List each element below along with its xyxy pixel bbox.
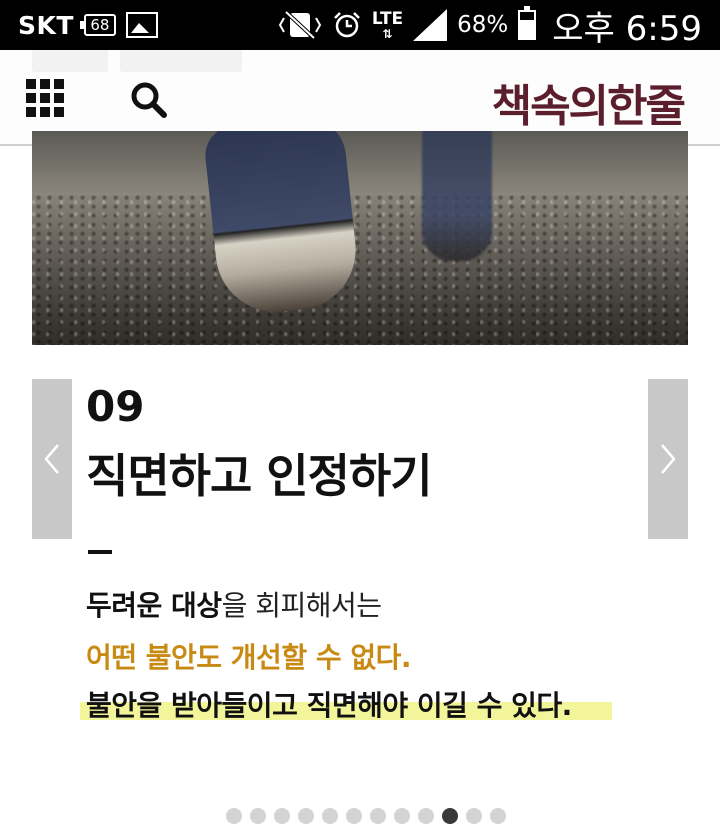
gallery-icon [125, 12, 158, 38]
pagination-dot[interactable] [490, 808, 506, 824]
carrier-label: SKT [18, 10, 74, 40]
mute-vibrate-icon [278, 10, 322, 40]
ghost-tab [32, 50, 108, 72]
gravel-texture [32, 195, 688, 345]
pagination-dot[interactable] [394, 808, 410, 824]
alarm-icon [334, 12, 360, 38]
ghost-tab [120, 50, 242, 72]
quote-line-2: 어떤 불안도 개선할 수 없다. [86, 641, 412, 674]
network-label: LTE [371, 8, 404, 29]
pagination-dot[interactable] [370, 808, 386, 824]
quote-line-1-rest: 을 회피해서는 [221, 589, 382, 622]
pagination-dot[interactable] [226, 808, 242, 824]
battery-fill [520, 20, 535, 38]
grid-menu-icon[interactable] [26, 79, 64, 117]
slide-title: 직면하고 인정하기 [86, 449, 433, 503]
clock: 오후 6:59 [552, 8, 702, 49]
chevron-left-icon [44, 444, 59, 474]
brand-logo[interactable]: 책속의한줄 [492, 70, 686, 134]
pagination-dot[interactable] [322, 808, 338, 824]
signal-icon [413, 9, 448, 41]
quote-line-1-bold: 두려운 대상 [86, 589, 222, 622]
next-slide-button[interactable] [648, 379, 688, 539]
status-bar: SKT 68 LTE ⇅ 68% 오후 6:59 [0, 0, 720, 50]
pagination-dot[interactable] [298, 808, 314, 824]
status-left: SKT 68 [18, 0, 158, 50]
slide-pagination [0, 808, 720, 824]
pagination-dot[interactable] [466, 808, 482, 824]
pagination-dot[interactable] [418, 808, 434, 824]
prev-slide-button[interactable] [32, 379, 72, 539]
pagination-dot[interactable] [346, 808, 362, 824]
status-right: LTE ⇅ 68% 오후 6:59 [278, 0, 702, 50]
shoe-background [422, 131, 492, 261]
chevron-right-icon [661, 444, 676, 474]
quote-line-1: 두려운 대상을 회피해서는 [86, 584, 382, 624]
notification-count-badge: 68 [79, 14, 116, 36]
slide-number: 09 [86, 382, 145, 431]
network-type: LTE ⇅ [371, 8, 404, 41]
battery-percent: 68% [457, 12, 509, 38]
quote-line-3: 불안을 받아들이고 직면해야 이길 수 있다. [86, 689, 572, 722]
pagination-dot[interactable] [442, 808, 458, 824]
search-icon[interactable] [130, 81, 168, 119]
battery-icon [518, 6, 537, 40]
hero-image [32, 131, 688, 345]
pagination-dot[interactable] [274, 808, 290, 824]
data-arrows-icon: ⇅ [382, 26, 393, 41]
title-divider [88, 550, 112, 554]
pagination-dot[interactable] [250, 808, 266, 824]
